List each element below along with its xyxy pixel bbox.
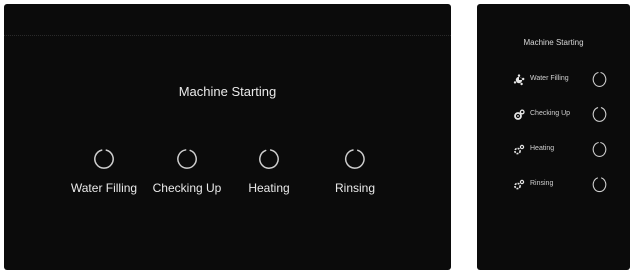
narrow-step-checking-up: Checking Up xyxy=(477,105,630,125)
step-water-filling: Water Filling xyxy=(59,148,149,195)
loading-spinner-icon xyxy=(94,149,114,169)
narrow-step-label: Heating xyxy=(530,145,555,152)
step-heating: Heating xyxy=(224,148,314,195)
narrow-display: Machine Starting Water Filling Checking … xyxy=(477,4,630,270)
loading-spinner-icon xyxy=(177,149,197,169)
loading-spinner-icon xyxy=(259,149,279,169)
loading-spinner-icon xyxy=(592,107,607,122)
water-filling-icon xyxy=(513,74,525,86)
narrow-step-rinsing: Rinsing xyxy=(477,175,630,195)
top-divider xyxy=(4,35,451,36)
narrow-step-water-filling: Water Filling xyxy=(477,70,630,90)
narrow-step-label: Water Filling xyxy=(530,75,569,82)
narrow-step-label: Rinsing xyxy=(530,180,554,187)
loading-spinner-icon xyxy=(592,142,607,157)
step-label: Checking Up xyxy=(152,181,222,195)
narrow-step-label: Checking Up xyxy=(530,110,571,117)
heating-icon xyxy=(514,144,525,155)
wide-page-title: Machine Starting xyxy=(178,84,277,99)
wide-steps: Water Filling Checking Up Heating Rinsin… xyxy=(4,148,451,208)
loading-spinner-icon xyxy=(592,177,607,193)
rinsing-icon xyxy=(514,179,525,190)
step-label: Water Filling xyxy=(70,181,138,195)
narrow-step-heating: Heating xyxy=(477,140,630,160)
step-label: Rinsing xyxy=(334,181,376,195)
loading-spinner-icon xyxy=(344,149,365,169)
narrow-page-title: Machine Starting xyxy=(523,38,584,47)
step-checking-up: Checking Up xyxy=(142,148,232,195)
step-label: Heating xyxy=(248,181,290,195)
loading-spinner-icon xyxy=(592,72,607,87)
wide-display: Machine Starting Water Filling Checking … xyxy=(4,4,451,270)
step-rinsing: Rinsing xyxy=(310,148,400,195)
checking-up-icon xyxy=(514,109,525,120)
